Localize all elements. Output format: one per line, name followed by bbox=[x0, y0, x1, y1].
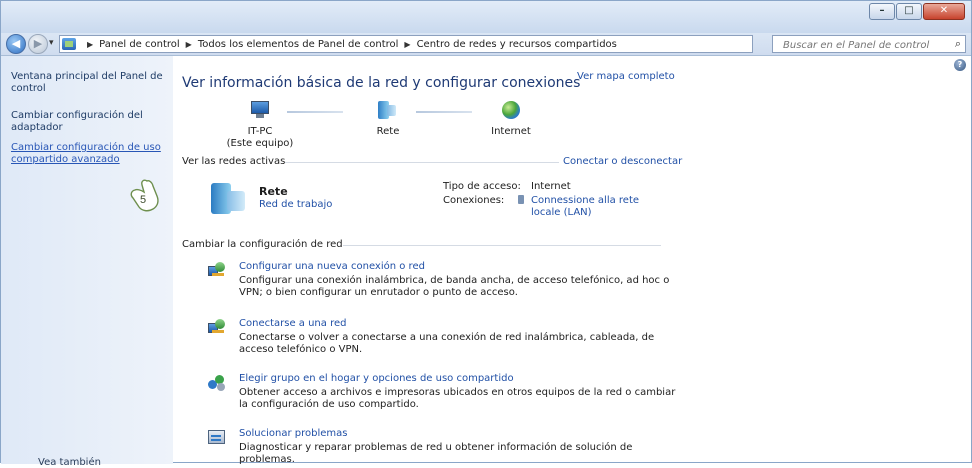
task-link-troubleshoot[interactable]: Solucionar problemas bbox=[239, 428, 347, 439]
network-type-link[interactable]: Red de trabajo bbox=[259, 199, 332, 210]
task-link-connect-network[interactable]: Conectarse a una red bbox=[239, 318, 346, 329]
connections-label: Conexiones: bbox=[443, 195, 505, 206]
connection-line bbox=[416, 111, 472, 113]
breadcrumb-all-items[interactable]: Todos los elementos de Panel de control bbox=[198, 39, 399, 50]
breadcrumb-network-center[interactable]: Centro de redes y recursos compartidos bbox=[417, 39, 617, 50]
search-input[interactable] bbox=[781, 37, 950, 53]
address-bar: ◀ ▶ ▾ ▶ Panel de control ▶ Todos los ele… bbox=[1, 33, 971, 56]
search-icon[interactable]: ⌕ bbox=[955, 37, 961, 51]
computer-icon bbox=[249, 101, 271, 119]
internet-globe-icon bbox=[502, 101, 520, 119]
recent-pages-dropdown[interactable]: ▾ bbox=[49, 38, 54, 48]
node-label-network: Rete bbox=[376, 126, 400, 137]
close-button[interactable]: ✕ bbox=[923, 3, 965, 20]
breadcrumb-separator[interactable]: ▶ bbox=[87, 40, 93, 49]
sidebar-link-advanced-sharing[interactable]: Cambiar configuración de uso compartido … bbox=[11, 142, 169, 166]
minimize-button[interactable]: – bbox=[869, 3, 895, 20]
main-content: Ver información básica de la red y confi… bbox=[175, 56, 965, 465]
step-5-pointer-icon: 5 bbox=[130, 179, 159, 212]
sidebar-link-adapter[interactable]: Cambiar configuración del adaptador bbox=[11, 110, 169, 134]
task-link-homegroup[interactable]: Elegir grupo en el hogar y opciones de u… bbox=[239, 373, 514, 384]
control-panel-icon bbox=[62, 38, 76, 50]
window-controls: – □ ✕ bbox=[868, 3, 965, 20]
breadcrumb-separator[interactable]: ▶ bbox=[404, 40, 410, 49]
task-description: Obtener acceso a archivos e impresoras u… bbox=[239, 387, 676, 410]
task-description: Diagnosticar y reparar problemas de red … bbox=[239, 442, 633, 465]
network-icon bbox=[378, 101, 398, 119]
search-box[interactable]: ⌕ bbox=[772, 35, 966, 53]
task-description: Conectarse o volver a conectarse a una c… bbox=[239, 332, 655, 355]
task-description: Configurar una conexión inalámbrica, de … bbox=[239, 275, 670, 298]
forward-arrow-icon: ▶ bbox=[33, 37, 43, 50]
lan-connection-link[interactable]: Connessione alla rete locale (LAN) bbox=[531, 195, 671, 219]
node-label-pc: IT-PC bbox=[247, 126, 273, 137]
back-arrow-icon: ◀ bbox=[11, 37, 21, 50]
task-link-new-connection[interactable]: Configurar una nueva conexión o red bbox=[239, 261, 425, 272]
task-pane: Ventana principal del Panel de control C… bbox=[1, 56, 173, 464]
breadcrumb-control-panel[interactable]: Panel de control bbox=[99, 39, 180, 50]
network-sharing-center-window: – □ ✕ ◀ ▶ ▾ ▶ Panel de control ▶ Todos l… bbox=[0, 0, 972, 468]
section-divider bbox=[285, 162, 559, 163]
lan-connection-icon bbox=[518, 195, 524, 204]
title-bar: – □ ✕ bbox=[1, 1, 971, 33]
step-number: 5 bbox=[140, 194, 146, 206]
connect-disconnect-link[interactable]: Conectar o desconectar bbox=[563, 156, 682, 167]
breadcrumb[interactable]: ▶ Panel de control ▶ Todos los elementos… bbox=[59, 35, 824, 53]
access-type-label: Tipo de acceso: bbox=[443, 181, 521, 192]
breadcrumb-separator[interactable]: ▶ bbox=[186, 40, 192, 49]
change-settings-header: Cambiar la configuración de red bbox=[182, 239, 343, 250]
network-icon bbox=[211, 183, 246, 214]
access-type-value: Internet bbox=[531, 181, 571, 192]
maximize-button[interactable]: □ bbox=[896, 3, 922, 20]
homegroup-icon bbox=[207, 373, 227, 391]
page-title: Ver información básica de la red y confi… bbox=[182, 75, 581, 91]
sidebar-link-home[interactable]: Ventana principal del Panel de control bbox=[11, 71, 169, 95]
node-label-pc-sub: (Este equipo) bbox=[226, 138, 294, 149]
forward-button[interactable]: ▶ bbox=[28, 34, 48, 54]
back-button[interactable]: ◀ bbox=[6, 34, 26, 54]
network-setup-icon bbox=[207, 261, 227, 279]
node-label-internet: Internet bbox=[491, 126, 531, 137]
active-networks-header: Ver las redes activas bbox=[182, 156, 286, 167]
section-divider bbox=[343, 245, 661, 246]
network-connect-icon bbox=[207, 318, 227, 336]
active-network-name: Rete bbox=[259, 185, 288, 198]
view-full-map-link[interactable]: Ver mapa completo bbox=[577, 71, 675, 82]
connection-line bbox=[287, 111, 343, 113]
troubleshoot-icon bbox=[207, 428, 227, 446]
